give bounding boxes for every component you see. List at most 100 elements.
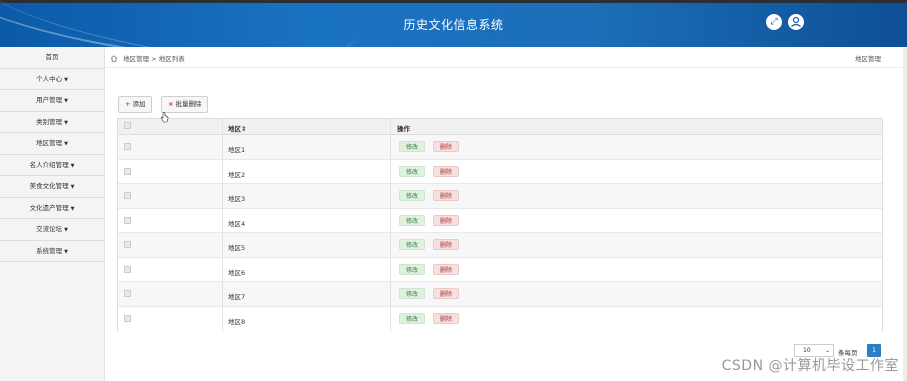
sidebar-item-regions[interactable]: 地区管理 ▼: [0, 133, 104, 155]
table-row: 地区3 修改 删除: [118, 184, 882, 209]
edit-button[interactable]: 修改: [399, 190, 426, 201]
table-header: 地区⇕ 操作: [118, 119, 882, 135]
sort-icon: ⇕: [241, 125, 247, 133]
batch-delete-button[interactable]: × 批量删除: [161, 96, 209, 113]
sidebar-item-label: 首页: [45, 53, 59, 61]
column-divider: [390, 257, 391, 281]
sidebar-item-users[interactable]: 用户管理 ▼: [0, 90, 104, 112]
sidebar-item-label: 地区管理: [36, 139, 63, 147]
sidebar-item-label: 系统管理: [36, 246, 63, 255]
user-icon[interactable]: [788, 14, 804, 30]
column-divider: [222, 184, 223, 208]
row-checkbox[interactable]: [124, 192, 131, 199]
sidebar-item-profile[interactable]: 个人中心 ▼: [0, 68, 104, 90]
batch-delete-label: 批量删除: [175, 100, 202, 108]
sidebar-item-label: 个人中心: [36, 74, 63, 83]
delete-button[interactable]: 删除: [433, 165, 460, 177]
breadcrumb: 地区管理 > 地区列表: [110, 53, 185, 63]
caret-down-icon: ▼: [64, 248, 68, 255]
region-name: 地区1: [228, 146, 246, 154]
delete-button[interactable]: 删除: [433, 263, 460, 275]
edit-button[interactable]: 修改: [399, 214, 426, 226]
row-checkbox[interactable]: [124, 143, 131, 150]
region-name: 地区5: [228, 244, 246, 252]
sidebar-item-label: 用户管理: [36, 96, 63, 104]
edit-button[interactable]: 修改: [399, 239, 426, 250]
sidebar-item-food-culture[interactable]: 美食文化管理 ▼: [0, 176, 104, 198]
column-header-region-label: 地区: [228, 125, 241, 133]
sidebar-item-label: 文化遗产管理: [29, 203, 69, 212]
sidebar-item-forum[interactable]: 交流论坛 ▼: [0, 219, 104, 241]
column-divider: [390, 119, 391, 134]
breadcrumb-right-label: 地区管理: [855, 55, 881, 63]
table-row: 地区2 修改 删除: [118, 159, 882, 184]
column-divider: [222, 119, 223, 134]
column-divider: [222, 257, 223, 281]
table-row: 地区7 修改 删除: [118, 282, 882, 307]
edit-button[interactable]: 修改: [399, 312, 426, 324]
add-button[interactable]: + 添加: [118, 96, 153, 113]
sidebar-item-categories[interactable]: 类别管理 ▼: [0, 111, 104, 133]
table-row: 地区6 修改 删除: [118, 257, 882, 282]
delete-button[interactable]: 删除: [433, 239, 460, 250]
x-icon: ×: [168, 100, 174, 108]
sidebar-item-system[interactable]: 系统管理 ▼: [0, 240, 104, 262]
select-all-checkbox[interactable]: [124, 122, 131, 129]
row-checkbox[interactable]: [124, 265, 131, 273]
region-name: 地区6: [228, 268, 246, 277]
sidebar-item-label: 交流论坛: [36, 225, 63, 233]
column-divider: [222, 208, 223, 232]
sidebar-item-heritage[interactable]: 文化遗产管理 ▼: [0, 197, 104, 219]
breadcrumb-divider: [105, 67, 907, 68]
caret-down-icon: ▼: [70, 162, 75, 169]
delete-button[interactable]: 删除: [433, 190, 460, 201]
row-checkbox[interactable]: [124, 314, 131, 322]
column-divider: [390, 306, 391, 331]
delete-button[interactable]: 删除: [433, 141, 460, 152]
table-row: 地区8 修改 删除: [118, 306, 882, 331]
breadcrumb-separator: >: [151, 55, 157, 63]
delete-button[interactable]: 删除: [433, 312, 460, 324]
column-divider: [390, 159, 391, 183]
column-header-region[interactable]: 地区⇕: [228, 123, 246, 133]
sidebar-item-home[interactable]: 首页: [0, 47, 104, 69]
sidebar-item-celebrities[interactable]: 名人介绍管理 ▼: [0, 154, 104, 176]
column-divider: [390, 208, 391, 232]
plus-icon: +: [125, 100, 131, 108]
region-name: 地区8: [228, 317, 246, 326]
row-checkbox[interactable]: [124, 167, 131, 175]
caret-down-icon: ▼: [64, 141, 68, 147]
scrollbar[interactable]: [903, 47, 907, 381]
user-glyph: [791, 16, 801, 27]
edit-button[interactable]: 修改: [399, 141, 426, 152]
region-name: 地区3: [228, 195, 246, 203]
edit-button[interactable]: 修改: [399, 165, 426, 177]
breadcrumb-section[interactable]: 地区管理: [123, 55, 149, 63]
sidebar-item-label: 类别管理: [36, 117, 63, 126]
caret-down-icon: ▼: [64, 119, 68, 126]
sidebar-item-label: 名人介绍管理: [29, 160, 69, 169]
caret-down-icon: ▼: [64, 76, 68, 83]
column-divider: [390, 282, 391, 306]
edit-button[interactable]: 修改: [399, 288, 426, 299]
top-header: 历史文化信息系统 ⤢: [0, 0, 907, 47]
column-divider: [222, 282, 223, 306]
caret-down-icon: ▼: [70, 205, 75, 212]
delete-button[interactable]: 删除: [433, 288, 460, 299]
row-checkbox[interactable]: [124, 216, 131, 224]
column-divider: [222, 135, 223, 159]
delete-button[interactable]: 删除: [433, 214, 460, 226]
add-button-label: 添加: [132, 100, 146, 108]
caret-down-icon: ▼: [64, 98, 68, 104]
row-checkbox[interactable]: [124, 241, 131, 248]
edit-button[interactable]: 修改: [399, 263, 426, 275]
row-checkbox[interactable]: [124, 290, 131, 297]
home-icon[interactable]: [110, 55, 118, 62]
fullscreen-icon[interactable]: ⤢: [766, 14, 782, 30]
caret-down-icon: ▼: [64, 227, 68, 233]
sidebar: 首页 个人中心 ▼ 用户管理 ▼ 类别管理 ▼ 地区管理 ▼ 名人介绍管理 ▼ 美食文化管…: [0, 47, 105, 381]
column-divider: [222, 159, 223, 183]
table-body: 地区1 修改 删除 地区2 修改 删除 地区3 修改 删除 地区4 修改 删除 …: [118, 135, 882, 331]
table-row: 地区5 修改 删除: [118, 233, 882, 258]
hand-cursor-icon: [161, 112, 169, 123]
